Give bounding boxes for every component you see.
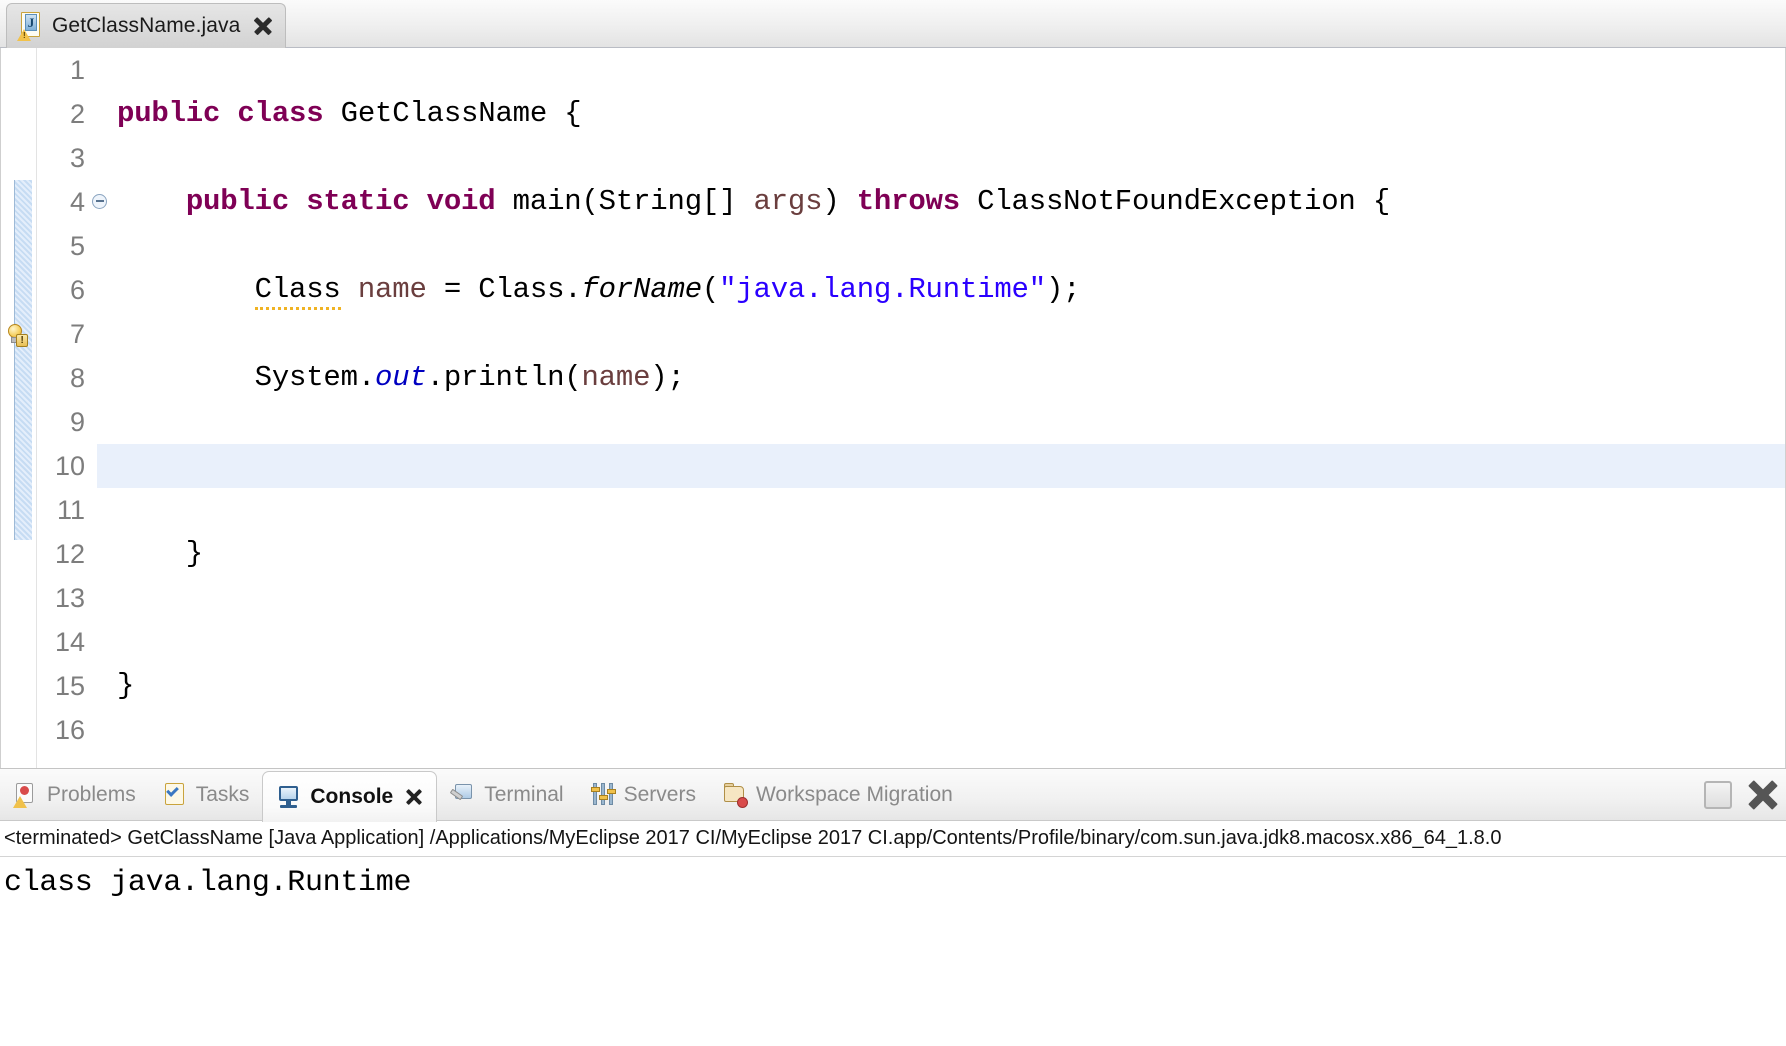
tab-tasks-label: Tasks — [195, 782, 250, 806]
editor-annotation-ruler[interactable] — [1, 48, 37, 768]
code-line-4[interactable]: 4 public static void main(String[] args)… — [37, 180, 1785, 224]
code-line-1[interactable]: 1 — [37, 48, 1785, 92]
code-line-2[interactable]: 2 public class GetClassName { — [37, 92, 1785, 136]
code-line-12[interactable]: 12 } — [37, 532, 1785, 576]
active-line-highlight — [97, 444, 1785, 488]
tab-servers-label: Servers — [623, 782, 696, 806]
code-line-15[interactable]: 15} — [37, 664, 1785, 708]
code-line-3[interactable]: 3 — [37, 136, 1785, 180]
tab-console-label: Console — [310, 785, 394, 808]
line-number: 11 — [56, 495, 85, 525]
code-text: System.out.println(name); — [117, 361, 685, 394]
code-text: public class GetClassName { — [117, 97, 582, 130]
close-icon[interactable] — [1746, 778, 1780, 812]
java-file-warning-icon: J ! — [17, 11, 43, 41]
maximize-icon[interactable] — [1704, 780, 1732, 809]
line-number: 3 — [69, 143, 85, 173]
tab-problems-label: Problems — [47, 782, 136, 806]
changed-lines-stripe — [14, 180, 32, 540]
line-number: 6 — [69, 275, 85, 305]
line-number: 4 — [37, 180, 107, 224]
line-number: 7 — [69, 319, 85, 349]
code-line-5[interactable]: 5 — [37, 224, 1785, 268]
console-icon — [276, 784, 302, 810]
editor-tab-bar: J ! GetClassName.java — [0, 0, 1786, 48]
code-line-14[interactable]: 14 — [37, 620, 1785, 664]
console-launch-info: <terminated> GetClassName [Java Applicat… — [0, 821, 1786, 857]
code-text: } — [117, 537, 204, 570]
servers-icon — [590, 782, 616, 808]
code-line-6[interactable]: 6 Class name = Class.forName("java.lang.… — [37, 268, 1785, 312]
quick-fix-warning-bulb-icon[interactable] — [7, 324, 29, 348]
line-number: 14 — [54, 627, 85, 657]
tab-workspace-migration[interactable]: Workspace Migration — [709, 769, 966, 820]
line-number: 16 — [54, 715, 85, 745]
code-text: } — [117, 669, 135, 702]
code-text: Class name = Class.forName("java.lang.Ru… — [91, 268, 1785, 312]
code-line-8[interactable]: 8 System.out.println(name); — [37, 356, 1785, 400]
code-line-16[interactable]: 16 — [37, 708, 1785, 752]
editor-lines[interactable]: 1 2 public class GetClassName {3 4 public s… — [37, 48, 1785, 768]
code-editor[interactable]: 12public class GetClassName {34 public s… — [0, 48, 1786, 768]
tab-terminal[interactable]: Terminal — [437, 769, 576, 820]
tab-console[interactable]: Console — [262, 771, 438, 822]
line-number: 12 — [54, 539, 85, 569]
console-output-line: class java.lang.Runtime — [4, 866, 412, 900]
bottom-view-stack: Problems Tasks Console Terminal Servers … — [0, 768, 1786, 1046]
tab-tasks[interactable]: Tasks — [149, 769, 263, 820]
line-number: 5 — [69, 231, 85, 261]
code-line-9[interactable]: 9 — [37, 400, 1785, 444]
tab-problems[interactable]: Problems — [0, 769, 149, 820]
code-text: public static void main(String[] args) t… — [185, 185, 1391, 218]
tasks-icon — [162, 782, 188, 808]
close-icon[interactable] — [404, 788, 423, 807]
line-number: 9 — [69, 407, 85, 437]
line-number: 15 — [54, 671, 85, 701]
code-line-10[interactable]: 10 — [37, 444, 1785, 488]
code-line-7[interactable]: 7 — [37, 312, 1785, 356]
console-output[interactable]: class java.lang.Runtime — [0, 857, 1786, 1046]
tab-workspace-migration-label: Workspace Migration — [755, 782, 953, 806]
editor-tab-label: GetClassName.java — [52, 14, 241, 37]
line-number: 8 — [69, 363, 85, 393]
line-number: 13 — [54, 583, 85, 613]
line-number: 2 — [69, 99, 85, 129]
code-line-11[interactable]: 11 — [37, 488, 1785, 532]
view-tab-bar: Problems Tasks Console Terminal Servers … — [0, 769, 1786, 822]
problems-icon — [13, 782, 39, 808]
close-icon[interactable] — [252, 16, 273, 37]
eclipse-ide-window: J ! GetClassName.java 12public class Get… — [0, 0, 1786, 1046]
editor-tab-getclassname-java[interactable]: J ! GetClassName.java — [6, 3, 287, 48]
code-line-13[interactable]: 13 — [37, 576, 1785, 620]
tab-servers[interactable]: Servers — [577, 769, 709, 820]
workspace-migration-icon — [722, 782, 748, 808]
line-number: 10 — [54, 451, 85, 481]
terminal-icon — [449, 782, 476, 808]
view-toolbar — [1704, 769, 1780, 820]
line-number: 1 — [69, 55, 85, 85]
tab-terminal-label: Terminal — [484, 782, 564, 806]
